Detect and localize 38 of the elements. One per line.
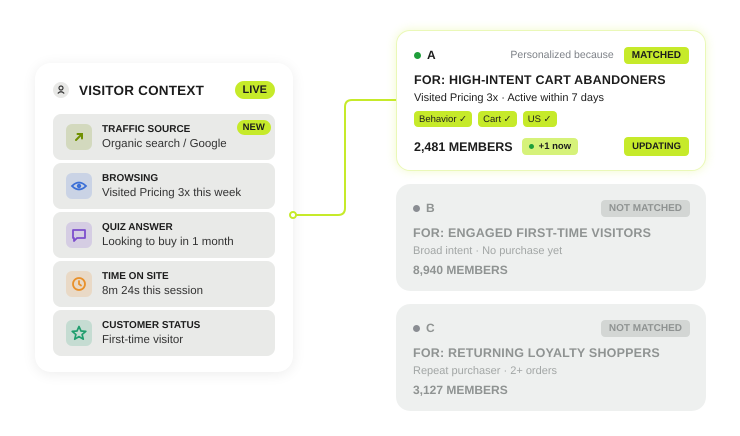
segment-letter: C: [426, 321, 435, 335]
criteria-tag: Cart ✓: [478, 111, 517, 127]
match-badge: NOT MATCHED: [600, 200, 690, 216]
live-count-badge: +1 now: [522, 138, 578, 155]
segment-title: FOR: HIGH-INTENT CART ABANDONERS: [414, 73, 667, 87]
panel-title: VISITOR CONTEXT: [79, 82, 206, 98]
live-badge: LIVE: [234, 81, 275, 99]
item-value: Organic search / Google: [102, 138, 227, 150]
item-label: TRAFFIC SOURCE: [102, 124, 192, 135]
item-value: First-time visitor: [102, 334, 184, 346]
member-count: 2,481 MEMBERS: [414, 140, 513, 154]
member-count: 8,940 MEMBERS: [413, 263, 508, 277]
new-badge: NEW: [236, 120, 271, 135]
segment-subtitle: Visited Pricing 3x · Active within 7 days: [414, 92, 605, 104]
segment-letter: A: [427, 48, 436, 62]
chat-icon: [66, 222, 92, 248]
item-value: Visited Pricing 3x this week: [102, 187, 242, 199]
segment-subtitle: Broad intent · No purchase yet: [413, 245, 564, 257]
user-icon: [53, 82, 69, 98]
criteria-tag: Behavior ✓: [414, 111, 472, 127]
clock-icon: [66, 271, 92, 297]
criteria-tag: US ✓: [522, 111, 557, 127]
eye-icon: [66, 173, 92, 199]
segment-title: FOR: RETURNING LOYALTY SHOPPERS: [413, 346, 661, 360]
updating-badge: UPDATING: [624, 137, 689, 156]
reason-text: Personalized because: [510, 49, 614, 61]
item-label: BROWSING: [102, 173, 160, 184]
item-label: CUSTOMER STATUS: [102, 320, 202, 331]
item-label: TIME ON SITE: [102, 271, 170, 282]
match-badge: MATCHED: [624, 46, 689, 64]
item-label: QUIZ ANSWER: [102, 222, 174, 233]
match-badge: NOT MATCHED: [600, 320, 690, 336]
member-count: 3,127 MEMBERS: [413, 383, 508, 397]
segment-subtitle: Repeat purchaser · 2+ orders: [413, 365, 558, 377]
item-value: 8m 24s this session: [102, 285, 204, 297]
segment-letter: B: [426, 201, 435, 215]
segment-title: FOR: ENGAGED FIRST-TIME VISITORS: [413, 226, 652, 240]
item-value: Looking to buy in 1 month: [102, 236, 235, 248]
